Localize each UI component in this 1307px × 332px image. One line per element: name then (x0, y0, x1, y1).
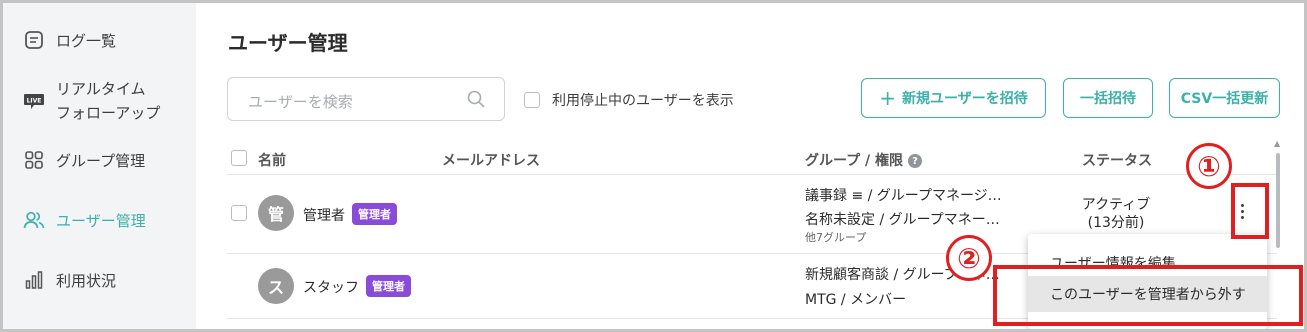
sidebar-item-groups[interactable]: グループ管理 (23, 149, 145, 171)
grid-icon (23, 149, 45, 171)
plus-icon: + (879, 86, 897, 110)
annotation-step-1: ① (1186, 143, 1232, 189)
user-name[interactable]: 管理者 (303, 205, 345, 225)
sidebar-item-label: 利用状況 (56, 271, 117, 290)
show-suspended-label: 利用停止中のユーザーを表示 (552, 93, 734, 109)
scrollbar-thumb[interactable] (1276, 153, 1280, 248)
sidebar-item-usage[interactable]: 利用状況 (23, 269, 116, 291)
sidebar-item-label: ユーザー管理 (56, 211, 146, 230)
group-role-line: MTG / メンバー (805, 292, 907, 308)
kebab-dot (1240, 209, 1244, 213)
row-checkbox[interactable] (231, 205, 247, 221)
avatar: 管 (258, 195, 294, 231)
page-title: ユーザー管理 (228, 31, 348, 55)
show-suspended-checkbox[interactable] (524, 92, 540, 108)
live-icon: LIVE (23, 90, 45, 112)
header-email[interactable]: メールアドレス (442, 150, 540, 170)
select-all-checkbox[interactable] (231, 150, 247, 166)
sidebar-item-label: グループ管理 (56, 151, 146, 170)
svg-text:LIVE: LIVE (27, 98, 42, 105)
annotation-step-2: ② (946, 235, 992, 281)
scroll-up-arrow[interactable]: ▲ (1274, 139, 1280, 148)
status-badge: アクティブ (13分前) (1080, 196, 1152, 232)
header-group-role[interactable]: グループ / 権限? (805, 150, 923, 170)
search-input[interactable]: ユーザーを検索 (227, 77, 505, 121)
row-context-menu: ユーザー情報を編集 このユーザーを管理者から外す (1028, 234, 1267, 329)
csv-update-label: CSV一括更新 (1180, 91, 1269, 107)
sidebar: ログ一覧 LIVE リアルタイム フォローアップ グループ管理 ユーザー管理 利… (3, 3, 196, 329)
document-list-icon (23, 29, 45, 51)
sidebar-item-realtime-followup[interactable]: LIVE リアルタイム フォローアップ (23, 77, 160, 125)
group-role-line: 議事録 ≡ / グループマネージ… (805, 188, 1002, 204)
bulk-invite-button[interactable]: 一括招待 (1063, 78, 1153, 118)
admin-badge: 管理者 (366, 275, 411, 297)
sidebar-item-label-line2: フォローアップ (56, 104, 161, 122)
users-icon (23, 209, 45, 231)
search-icon (466, 89, 486, 113)
user-name[interactable]: スタッフ (303, 277, 359, 297)
show-suspended-toggle[interactable]: 利用停止中のユーザーを表示 (524, 90, 734, 110)
help-icon[interactable]: ? (908, 154, 923, 168)
menu-item-remove-admin[interactable]: このユーザーを管理者から外す (1028, 276, 1267, 312)
group-role-line: 名称未設定 / グループマネー… (805, 212, 1000, 228)
sidebar-item-label-line1: リアルタイム (56, 80, 146, 98)
header-status[interactable]: ステータス (1082, 150, 1152, 170)
search-placeholder: ユーザーを検索 (248, 93, 353, 111)
status-last-active: (13分前) (1087, 215, 1145, 231)
avatar: ス (258, 268, 294, 304)
kebab-dot (1240, 203, 1244, 207)
csv-update-button[interactable]: CSV一括更新 (1169, 78, 1280, 118)
kebab-dot (1240, 215, 1244, 219)
admin-badge: 管理者 (352, 203, 397, 225)
invite-user-button[interactable]: + 新規ユーザーを招待 (861, 78, 1046, 118)
main-content: ユーザー管理 ユーザーを検索 利用停止中のユーザーを表示 + 新規ユーザーを招待… (196, 3, 1304, 329)
bulk-invite-label: 一括招待 (1080, 91, 1136, 107)
divider (227, 174, 1277, 175)
header-group-role-label: グループ / 権限 (805, 153, 904, 169)
more-groups-link[interactable]: 他7グループ (805, 229, 866, 245)
more-actions-button[interactable] (1232, 196, 1252, 226)
header-name[interactable]: 名前 (258, 150, 286, 170)
invite-user-label: 新規ユーザーを招待 (902, 91, 1028, 107)
bar-chart-icon (23, 269, 45, 291)
sidebar-item-users[interactable]: ユーザー管理 (23, 209, 146, 231)
sidebar-item-logs[interactable]: ログ一覧 (23, 29, 116, 51)
status-text: アクティブ (1081, 197, 1151, 213)
sidebar-item-label: ログ一覧 (56, 31, 117, 50)
